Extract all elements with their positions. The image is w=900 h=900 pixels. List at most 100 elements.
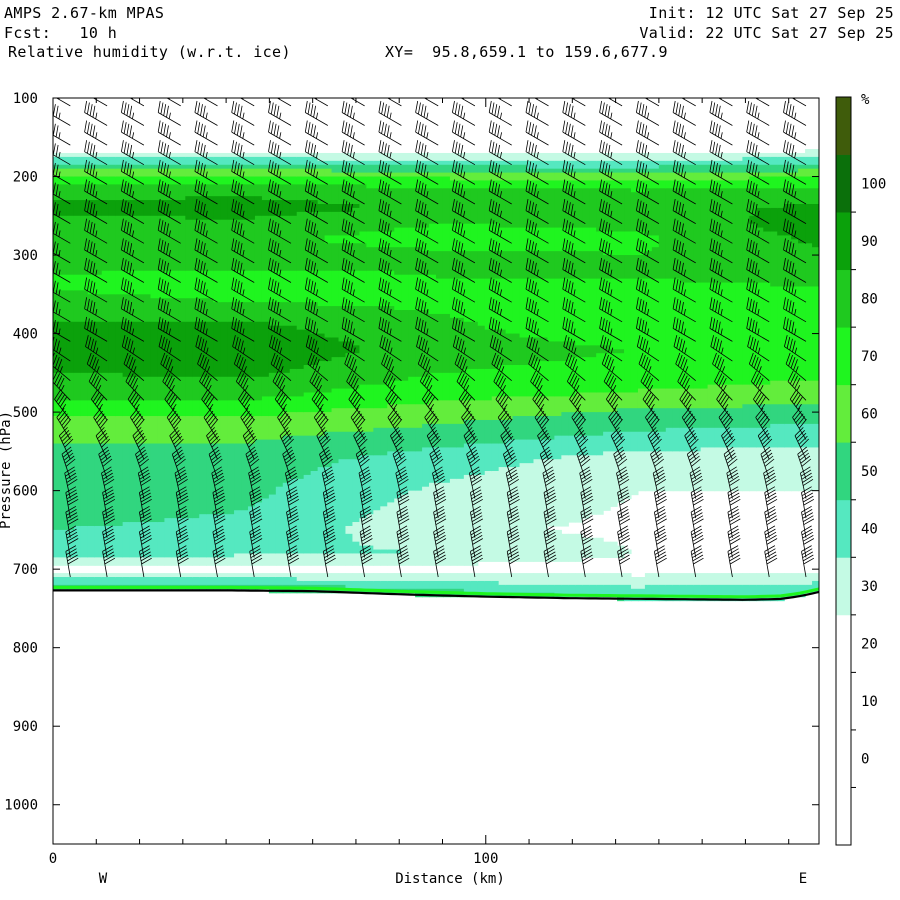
wind-barb <box>672 120 696 146</box>
rh-cell <box>331 408 340 433</box>
rh-cell <box>254 400 263 417</box>
rh-cell <box>227 164 235 170</box>
rh-cell <box>227 219 235 272</box>
rh-cell <box>380 408 388 429</box>
rh-cell <box>150 400 159 417</box>
rh-cell <box>157 416 166 445</box>
rh-cell <box>66 168 75 178</box>
rh-cell <box>630 577 639 590</box>
rh-cell <box>94 215 103 276</box>
rh-cell <box>122 416 131 445</box>
rh-cell <box>512 164 521 174</box>
colorbar: 0 10 20 30 40 50 60 70 80 90 100% <box>835 92 886 846</box>
y-tick-label: 1000 <box>4 798 38 814</box>
rh-cell <box>582 345 590 358</box>
rh-cell <box>630 392 639 409</box>
rh-cell <box>672 408 681 429</box>
rh-cell <box>213 152 221 158</box>
rh-cell <box>756 447 764 492</box>
rh-cell <box>547 278 555 343</box>
rh-cell <box>756 573 764 586</box>
rh-cell <box>449 580 458 590</box>
wind-barb <box>202 98 218 107</box>
rh-cell <box>658 451 667 492</box>
rh-cell <box>477 419 486 445</box>
rh-cell <box>408 573 416 582</box>
rh-cell <box>282 325 291 374</box>
rh-cell <box>463 573 472 582</box>
rh-cell <box>345 533 354 555</box>
rh-cell <box>519 180 528 189</box>
rh-cell <box>108 215 117 272</box>
colorbar-swatch <box>836 672 851 731</box>
colorbar-swatch <box>836 154 851 213</box>
rh-cell <box>582 251 590 280</box>
rh-cell <box>164 577 172 586</box>
rh-cell <box>519 188 528 229</box>
rh-cell <box>408 427 416 452</box>
rh-cell <box>463 160 472 166</box>
rh-cell <box>80 400 89 417</box>
rh-cell <box>185 152 193 158</box>
rh-cell <box>150 176 159 185</box>
rh-cell <box>303 580 312 586</box>
rh-cell <box>94 525 103 558</box>
rh-cell <box>108 372 117 401</box>
rh-cell <box>380 384 388 409</box>
rh-cell <box>547 573 555 586</box>
rh-cell <box>331 431 340 464</box>
rh-cell <box>436 176 444 189</box>
rh-cell <box>658 408 667 433</box>
rh-cell <box>686 164 695 174</box>
rh-cell <box>812 247 819 288</box>
rh-cell <box>366 270 374 307</box>
rh-cell <box>603 412 611 433</box>
rh-cell <box>491 419 500 445</box>
rh-cell <box>401 188 409 229</box>
rh-cell <box>812 573 819 582</box>
rh-cell <box>178 577 186 586</box>
rh-cell <box>547 172 555 182</box>
rh-cell <box>575 455 583 523</box>
rh-cell <box>101 152 110 158</box>
rh-cell <box>108 152 117 158</box>
rh-cell <box>261 164 270 170</box>
rh-cell <box>735 573 743 586</box>
wind-barb <box>672 100 696 126</box>
wind-barb <box>709 100 733 126</box>
rh-cell <box>359 160 367 166</box>
rh-cell <box>554 227 562 252</box>
wind-barb <box>562 100 586 126</box>
rh-cell <box>227 152 235 158</box>
rh-cell <box>227 573 235 578</box>
rh-cell <box>477 160 486 166</box>
rh-cell <box>178 270 186 299</box>
rh-cell <box>505 164 514 174</box>
rh-cell <box>777 176 785 189</box>
rh-cell <box>679 451 688 492</box>
rh-cell <box>185 376 193 401</box>
rh-cell <box>658 180 667 189</box>
rh-cell <box>66 215 75 276</box>
rh-cell <box>108 168 117 178</box>
rh-cell <box>143 577 152 586</box>
rh-cell <box>331 235 340 244</box>
rh-cell <box>568 573 576 586</box>
rh-cell <box>484 580 493 594</box>
rh-cell <box>234 416 242 445</box>
wind-barb <box>415 100 439 126</box>
rh-cell <box>247 400 256 417</box>
rh-cell <box>637 278 646 390</box>
rh-cell <box>401 380 409 405</box>
rh-cell <box>721 160 730 166</box>
rh-cell <box>73 164 82 170</box>
rh-cell <box>115 372 124 401</box>
rh-cell <box>422 580 430 590</box>
rh-cell <box>227 557 235 566</box>
rh-cell <box>603 541 611 558</box>
rh-cell <box>192 577 200 586</box>
rh-cell <box>617 152 625 162</box>
rh-cell <box>310 573 319 582</box>
y-axis-label: Pressure (hPa) <box>0 411 14 529</box>
rh-cell <box>651 160 660 170</box>
